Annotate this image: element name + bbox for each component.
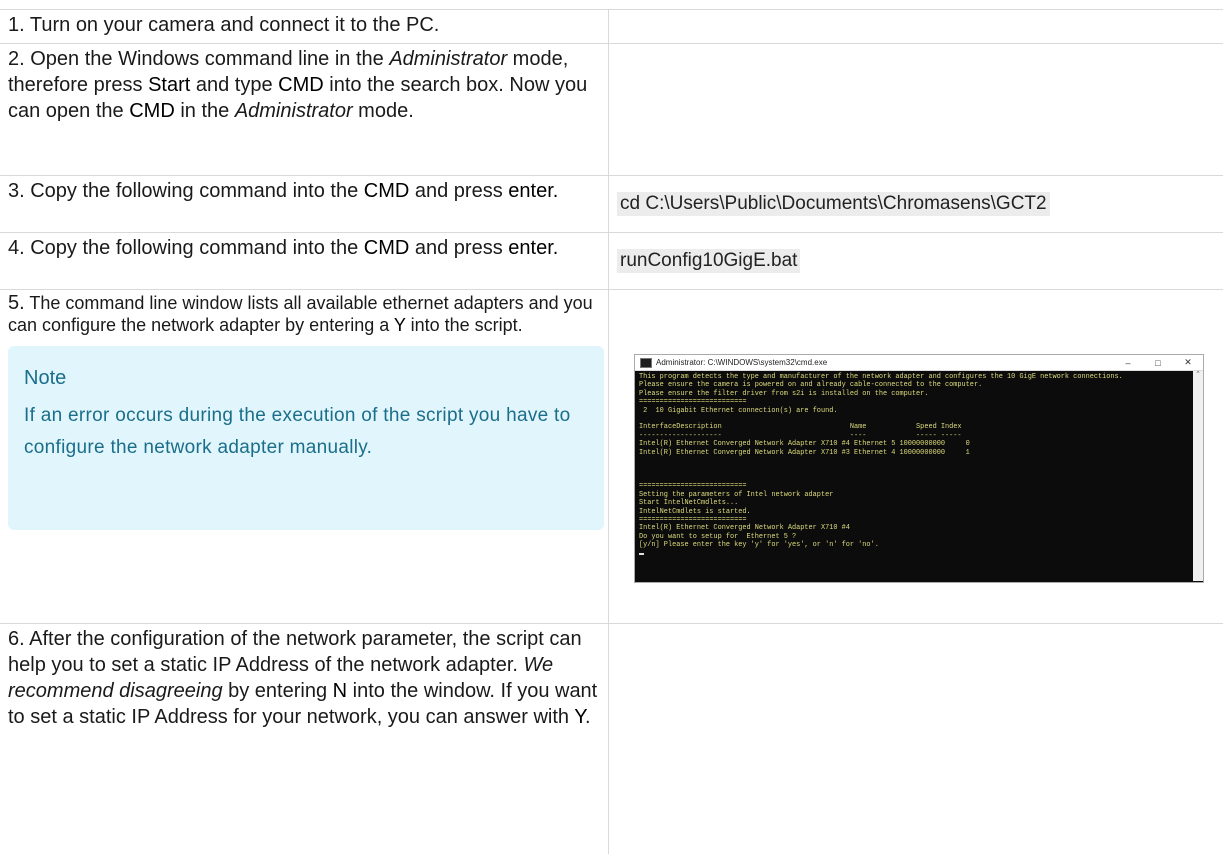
cmd-output-line: Intel(R) Ethernet Converged Network Adap… xyxy=(639,448,970,457)
text-run: by entering xyxy=(222,680,333,702)
keyword-enter: enter. xyxy=(508,180,559,202)
keyword-cmd: CMD xyxy=(129,100,175,122)
step-number: 5. xyxy=(8,292,25,314)
minimize-icon: – xyxy=(1125,357,1131,368)
instruction-table: 1. Turn on your camera and connect it to… xyxy=(0,9,1223,854)
cmd-output-line: Please ensure the filter driver from s2i… xyxy=(639,389,929,398)
cmd-output-line xyxy=(639,474,1189,482)
cmd-output-line: Intel(R) Ethernet Converged Network Adap… xyxy=(639,524,850,533)
step-1-text: 1. Turn on your camera and connect it to… xyxy=(0,10,609,43)
cmd-window-screenshot: Administrator: C:\WINDOWS\system32\cmd.e… xyxy=(634,354,1204,583)
keyword-cmd: CMD xyxy=(278,74,324,96)
keyword-cmd: CMD xyxy=(363,237,410,259)
command-run-config[interactable]: runConfig10GigE.bat xyxy=(617,249,801,273)
step-3-text: 3. Copy the following command into the C… xyxy=(0,176,609,232)
emphasis-administrator: Administrator xyxy=(389,48,508,70)
step-4-text: 4. Copy the following command into the C… xyxy=(0,233,609,289)
step-5-paragraph: 5. The command line window lists all ava… xyxy=(8,292,602,336)
cmd-output-line: Start IntelNetCmdlets... xyxy=(639,499,739,508)
cmd-output-line: 2 10 Gigabit Ethernet connection(s) are … xyxy=(639,406,838,415)
note-box: Note If an error occurs during the execu… xyxy=(8,346,604,530)
text-run: 4. Copy the following command into the xyxy=(8,237,364,259)
step-row-6: 6. After the configuration of the networ… xyxy=(0,624,1223,854)
text-run: and type xyxy=(190,74,279,96)
keyword-enter: enter. xyxy=(508,237,559,259)
cmd-cursor xyxy=(639,552,644,555)
text-run: 3. Copy the following command into the xyxy=(8,180,364,202)
text-run: and press xyxy=(409,180,509,202)
text-run: 6. After the configuration of the networ… xyxy=(8,628,582,676)
step-row-2: 2. Open the Windows command line in the … xyxy=(0,44,1223,176)
cmd-output-line xyxy=(639,415,1189,423)
step-4-aside: runConfig10GigE.bat xyxy=(609,233,1223,289)
step-1-aside xyxy=(609,10,1223,43)
scroll-up-icon: ^ xyxy=(1196,371,1200,377)
step-6-text: 6. After the configuration of the networ… xyxy=(0,624,609,854)
cmd-output-line: -------------------- ---- ----- ----- xyxy=(639,431,962,440)
cmd-output-line: ========================== xyxy=(639,398,747,407)
step-2-text: 2. Open the Windows command line in the … xyxy=(0,44,609,175)
step-2-aside xyxy=(609,44,1223,175)
cmd-output-line: Please ensure the camera is powered on a… xyxy=(639,381,983,390)
cmd-output-line xyxy=(639,457,1189,465)
keyword-n: N xyxy=(332,680,348,702)
step-row-4: 4. Copy the following command into the C… xyxy=(0,233,1223,290)
step-5-aside: Administrator: C:\WINDOWS\system32\cmd.e… xyxy=(609,290,1223,623)
cmd-scrollbar: ^ xyxy=(1193,371,1203,581)
close-icon: ✕ xyxy=(1184,357,1192,367)
step-5-text: 5. The command line window lists all ava… xyxy=(0,290,609,623)
text-run: mode. xyxy=(352,100,414,122)
cmd-output-line: Do you want to setup for Ethernet 5 ? xyxy=(639,532,797,541)
step-row-3: 3. Copy the following command into the C… xyxy=(0,176,1223,233)
cmd-app-icon xyxy=(640,357,652,368)
cmd-output-line: Intel(R) Ethernet Converged Network Adap… xyxy=(639,440,970,449)
cmd-output-line: Setting the parameters of Intel network … xyxy=(639,490,834,499)
step-row-5: 5. The command line window lists all ava… xyxy=(0,290,1223,624)
cmd-output: This program detects the type and manufa… xyxy=(635,371,1203,558)
note-title: Note xyxy=(24,367,67,389)
cmd-output-line: ========================== xyxy=(639,515,747,524)
cmd-output-line: InterfaceDescription Name Speed Index xyxy=(639,423,962,432)
cmd-output-line: This program detects the type and manufa… xyxy=(639,373,1123,381)
step-3-aside: cd C:\Users\Public\Documents\Chromasens\… xyxy=(609,176,1223,232)
cmd-window-title: Administrator: C:\WINDOWS\system32\cmd.e… xyxy=(656,358,828,367)
keyword-y: Y xyxy=(393,315,406,335)
keyword-start: Start xyxy=(148,74,191,96)
maximize-icon: □ xyxy=(1155,357,1161,368)
text-run: and press xyxy=(409,237,509,259)
cmd-output-line xyxy=(639,465,1189,473)
step-6-aside xyxy=(609,624,1223,854)
keyword-y: Y xyxy=(574,706,585,728)
text-run: 2. Open the Windows command line in the xyxy=(8,48,390,70)
cmd-output-line: ========================== xyxy=(639,482,747,491)
step-1-label: 1. Turn on your camera and connect it to… xyxy=(8,14,440,36)
note-body: If an error occurs during the execution … xyxy=(24,405,571,458)
text-run: into the script. xyxy=(405,315,523,335)
cmd-output-line: IntelNetCmdlets is started. xyxy=(639,507,751,516)
cmd-output-line: [y/n] Please enter the key 'y' for 'yes'… xyxy=(639,541,879,550)
step-row-1: 1. Turn on your camera and connect it to… xyxy=(0,10,1223,44)
text-run: . xyxy=(584,706,591,728)
emphasis-administrator: Administrator xyxy=(234,100,353,122)
keyword-cmd: CMD xyxy=(363,180,410,202)
command-cd-path[interactable]: cd C:\Users\Public\Documents\Chromasens\… xyxy=(617,192,1050,216)
text-run: in the xyxy=(174,100,235,122)
cmd-titlebar: Administrator: C:\WINDOWS\system32\cmd.e… xyxy=(635,355,1203,371)
